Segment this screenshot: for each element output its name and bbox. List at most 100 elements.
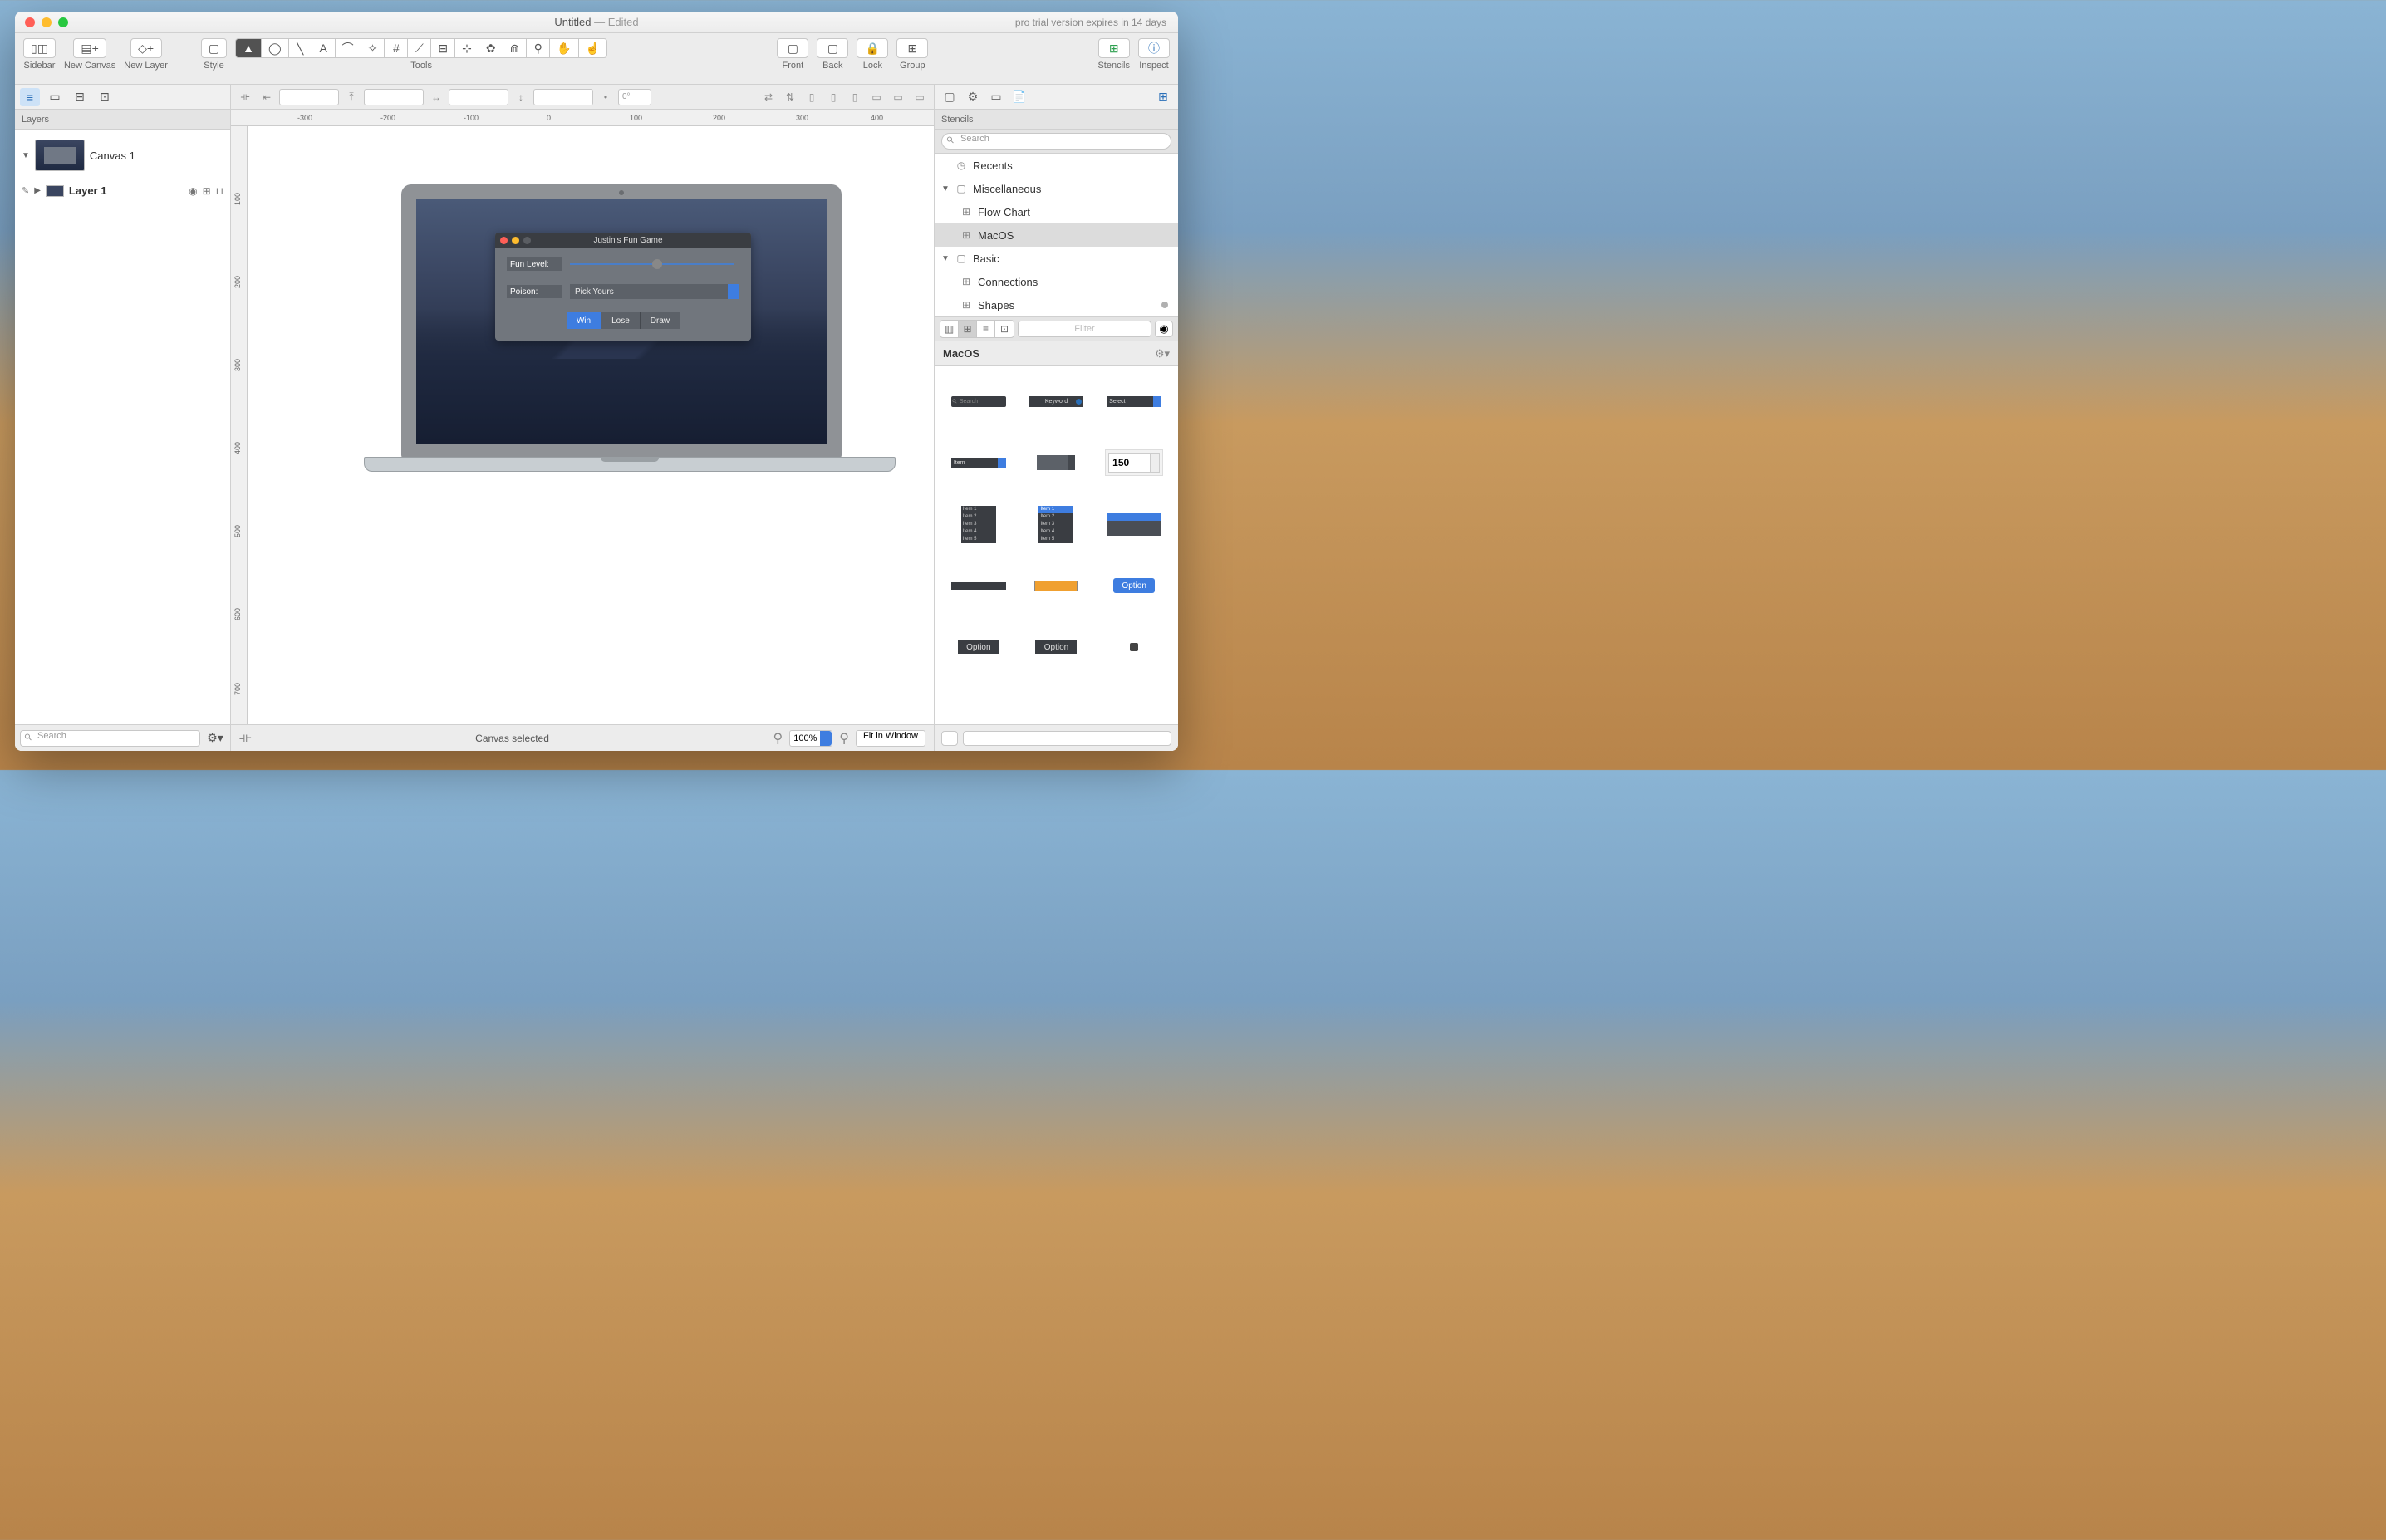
action-tool[interactable]: ☝ <box>578 38 607 58</box>
magnify-tool[interactable]: ⚲ <box>526 38 549 58</box>
game-window[interactable]: Justin's Fun Game Fun Level: Poi <box>495 233 751 341</box>
stencil-item[interactable]: Option <box>1098 562 1170 609</box>
stencil-item[interactable]: Option <box>943 624 1014 670</box>
stencils-button[interactable]: ⊞ <box>1098 38 1130 58</box>
visibility-icon[interactable]: ◉ <box>189 185 197 197</box>
macos-item[interactable]: ⊞MacOS <box>935 223 1178 247</box>
line-tool[interactable]: ╲ <box>288 38 312 58</box>
stencil-item[interactable]: Search <box>943 378 1014 424</box>
guides-mode-button[interactable]: ⊟ <box>70 88 90 106</box>
fit-window-button[interactable]: Fit in Window <box>856 730 925 747</box>
properties-tab[interactable]: ⚙ <box>963 88 983 106</box>
text-tool[interactable]: A <box>312 38 335 58</box>
minimize-window-button[interactable] <box>42 17 52 27</box>
stencil-item[interactable] <box>1021 562 1092 609</box>
lock-button[interactable]: 🔒 <box>857 38 888 58</box>
shapes-item[interactable]: ⊞Shapes <box>935 293 1178 316</box>
y-field[interactable] <box>364 89 424 105</box>
ruler-toggle[interactable]: ⟛ <box>239 731 252 746</box>
connections-item[interactable]: ⊞Connections <box>935 270 1178 293</box>
align-center-button[interactable]: ▯ <box>824 89 842 105</box>
diagram-tool[interactable]: ⊟ <box>430 38 454 58</box>
stencil-item[interactable]: Select <box>1098 378 1170 424</box>
grid-tool[interactable]: # <box>384 38 407 58</box>
flip-h-button[interactable]: ⇄ <box>759 89 778 105</box>
close-window-button[interactable] <box>25 17 35 27</box>
bring-front-button[interactable]: ▢ <box>777 38 808 58</box>
macbook-drawing[interactable]: Justin's Fun Game Fun Level: Poi <box>364 184 879 472</box>
stencil-item[interactable]: Keyword <box>1021 378 1092 424</box>
zoom-select[interactable]: 100% <box>789 730 832 747</box>
recents-row[interactable]: ◷Recents <box>935 154 1178 177</box>
flowchart-item[interactable]: ⊞Flow Chart <box>935 200 1178 223</box>
flip-v-button[interactable]: ⇅ <box>781 89 799 105</box>
send-back-button[interactable]: ▢ <box>817 38 848 58</box>
stencil-item[interactable]: Item <box>943 439 1014 486</box>
align-top-button[interactable]: ▭ <box>867 89 886 105</box>
view-list[interactable]: ≡ <box>977 321 995 337</box>
align-middle-button[interactable]: ▭ <box>889 89 907 105</box>
stencil-item[interactable]: Option <box>1021 624 1092 670</box>
width-field[interactable] <box>449 89 508 105</box>
point-tool[interactable]: ✧ <box>361 38 385 58</box>
stencil-search[interactable]: Search <box>941 133 1171 150</box>
zoom-slider[interactable] <box>963 731 1171 746</box>
rotation-field[interactable]: 0° <box>618 89 651 105</box>
snap-button[interactable]: ⟛ <box>236 89 254 105</box>
stencil-item[interactable] <box>1098 624 1170 670</box>
height-field[interactable] <box>533 89 593 105</box>
view-detail[interactable]: ▥ <box>940 321 959 337</box>
line-diagram-tool[interactable]: ⊹ <box>454 38 479 58</box>
disclosure-triangle-icon[interactable]: ▶ <box>34 186 41 195</box>
canvas-row[interactable]: ▼ Canvas 1 <box>20 136 225 174</box>
stencil-gear-icon[interactable]: ⚙︎▾ <box>1155 347 1170 360</box>
canvas-area[interactable]: Justin's Fun Game Fun Level: Poi <box>248 143 934 724</box>
color-well[interactable] <box>941 731 958 746</box>
unlock-icon[interactable]: ⊔ <box>216 185 223 197</box>
layers-mode-button[interactable]: ≡ <box>20 88 40 106</box>
new-canvas-button[interactable]: ▤+ <box>73 38 106 58</box>
shape-tool[interactable]: ◯ <box>261 38 288 58</box>
x-field[interactable] <box>279 89 339 105</box>
layer-row[interactable]: ✎ ▶ Layer 1 ◉ ⊞ ⊔ <box>20 181 225 200</box>
style-button[interactable]: ▢ <box>201 38 227 58</box>
stencil-filter[interactable]: Filter <box>1018 321 1151 337</box>
layer-gear-button[interactable]: ⚙︎▾ <box>205 729 225 748</box>
new-layer-button[interactable]: ◇+ <box>130 38 162 58</box>
print-icon[interactable]: ⊞ <box>203 185 211 197</box>
stencil-item[interactable]: Item 1Item 2Item 3Item 4Item 5 <box>943 501 1014 547</box>
zoom-in-icon[interactable]: ⚲ <box>839 730 849 747</box>
toggle-sidebar-button[interactable]: ▯◫ <box>23 38 56 58</box>
pen-tool[interactable]: ⌒ <box>335 38 361 58</box>
view-tree[interactable]: ⊡ <box>995 321 1014 337</box>
selection-mode-button[interactable]: ⊡ <box>95 88 115 106</box>
stencil-item[interactable] <box>943 562 1014 609</box>
align-bottom-button[interactable]: ▭ <box>911 89 929 105</box>
outline-mode-button[interactable]: ▭ <box>45 88 65 106</box>
stamp-tool[interactable]: ⋒ <box>503 38 527 58</box>
view-grid[interactable]: ⊞ <box>959 321 977 337</box>
stencils-tab[interactable]: ⊞ <box>1153 88 1173 106</box>
align-right-button[interactable]: ▯ <box>846 89 864 105</box>
group-button[interactable]: ⊞ <box>896 38 928 58</box>
stencil-item[interactable]: 150 <box>1098 439 1170 486</box>
zoom-window-button[interactable] <box>58 17 68 27</box>
basic-folder[interactable]: ▼▢Basic <box>935 247 1178 270</box>
layer-search[interactable]: Search <box>20 730 200 747</box>
brush-tool[interactable]: ✿ <box>479 38 503 58</box>
stencil-item[interactable] <box>1021 439 1092 486</box>
hand-tool[interactable]: ✋ <box>549 38 577 58</box>
rotation-origin[interactable]: • <box>596 89 615 105</box>
zoom-out-icon[interactable]: ⚲ <box>773 730 783 747</box>
document-tab[interactable]: 📄 <box>1009 88 1029 106</box>
inspect-button[interactable]: ⓘ <box>1138 38 1170 58</box>
crop-tool[interactable]: ⟋ <box>407 38 430 58</box>
object-tab[interactable]: ▢ <box>940 88 960 106</box>
misc-folder[interactable]: ▼▢Miscellaneous <box>935 177 1178 200</box>
align-left-button[interactable]: ▯ <box>803 89 821 105</box>
preview-toggle[interactable]: ◉ <box>1155 321 1173 337</box>
stencil-item[interactable] <box>1098 501 1170 547</box>
disclosure-triangle-icon[interactable]: ▼ <box>22 151 30 160</box>
stencil-item[interactable]: Item 1Item 2Item 3Item 4Item 5 <box>1021 501 1092 547</box>
canvas-tab[interactable]: ▭ <box>986 88 1006 106</box>
